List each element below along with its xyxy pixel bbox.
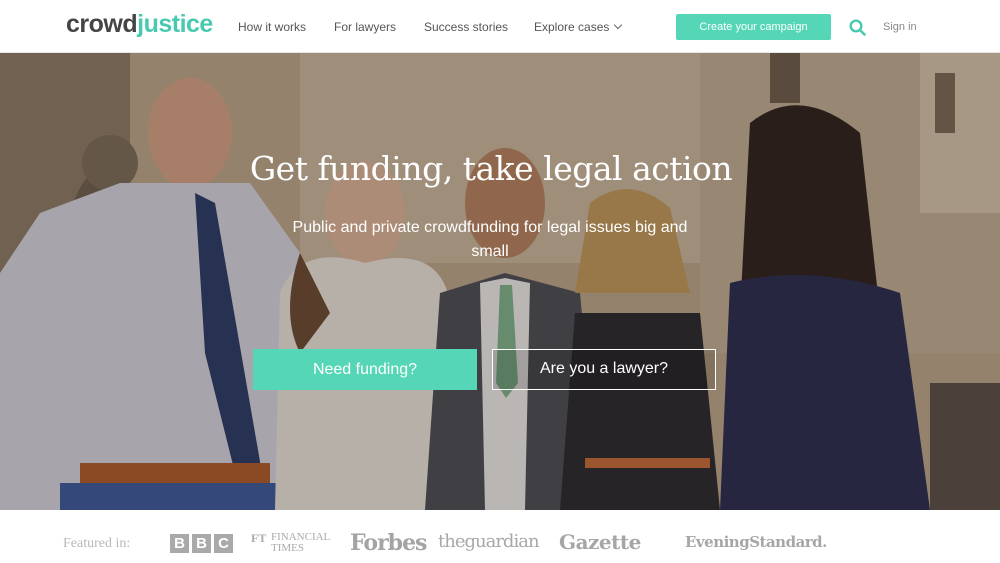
chevron-down-icon xyxy=(614,20,623,30)
hero-section: Get funding, take legal action Public an… xyxy=(0,53,1000,510)
need-funding-button[interactable]: Need funding? xyxy=(253,349,477,390)
nav-explore-label: Explore cases xyxy=(534,20,610,34)
bbc-logo: B B C xyxy=(170,534,233,553)
ft-mark: FT xyxy=(251,531,267,545)
ft-wordmark: FINANCIAL TIMES xyxy=(271,532,330,554)
featured-in-label: Featured in: xyxy=(63,536,131,551)
guardian-logo: theguardian xyxy=(438,531,540,552)
logo-justice: justice xyxy=(137,10,213,38)
logo-crowd: crowd xyxy=(66,10,138,38)
nav-for-lawyers[interactable]: For lawyers xyxy=(334,20,396,34)
forbes-logo: Forbes xyxy=(350,530,427,556)
ft-line2: TIMES xyxy=(271,542,304,554)
bbc-letter: B xyxy=(170,534,189,553)
gazette-logo: Gazette xyxy=(559,530,641,554)
are-you-lawyer-button[interactable]: Are you a lawyer? xyxy=(492,349,716,390)
sign-in-link[interactable]: Sign in xyxy=(883,21,917,33)
nav-explore-cases[interactable]: Explore cases xyxy=(534,20,623,34)
bbc-letter: C xyxy=(214,534,233,553)
hero-subtitle: Public and private crowdfunding for lega… xyxy=(292,219,688,260)
search-icon[interactable] xyxy=(849,19,866,36)
nav-success-stories[interactable]: Success stories xyxy=(424,20,508,34)
nav-how-it-works[interactable]: How it works xyxy=(238,20,306,34)
create-campaign-button[interactable]: Create your campaign xyxy=(676,14,831,40)
evening-standard-logo: EveningStandard. xyxy=(685,533,827,551)
site-header: crowdjustice How it works For lawyers Su… xyxy=(0,0,1000,53)
hero-overlay xyxy=(0,53,1000,510)
crowdjustice-logo[interactable]: crowdjustice xyxy=(66,10,213,39)
bbc-letter: B xyxy=(192,534,211,553)
featured-in-bar: Featured in: B B C FT FINANCIAL TIMES Fo… xyxy=(0,510,1000,563)
hero-title: Get funding, take legal action xyxy=(249,149,733,188)
